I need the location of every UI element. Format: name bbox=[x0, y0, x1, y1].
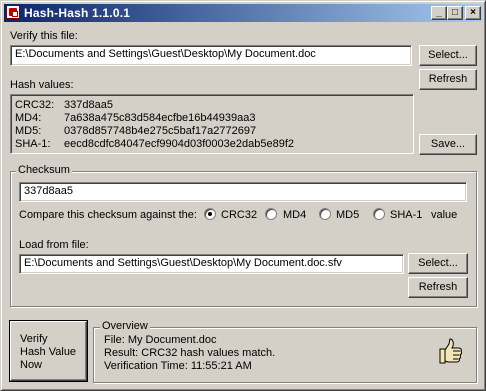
radio-md5-label[interactable]: MD5 bbox=[336, 209, 359, 221]
radio-md4-label[interactable]: MD4 bbox=[283, 209, 306, 221]
radio-md5[interactable] bbox=[319, 208, 331, 220]
hash-value: 7a638a475c83d584ecfbe16b44939aa3 bbox=[64, 112, 256, 124]
hash-value: 0378d857748b4e275c5baf17a2772697 bbox=[64, 125, 257, 137]
checksum-group-title: Checksum bbox=[16, 164, 72, 176]
verify-now-button[interactable]: Verify Hash Value Now bbox=[10, 321, 87, 381]
select-file-button[interactable]: Select... bbox=[419, 45, 477, 66]
radio-md4[interactable] bbox=[265, 208, 277, 220]
minimize-button[interactable]: _ bbox=[431, 6, 447, 20]
overview-time: Verification Time: 11:55:21 AM bbox=[104, 360, 252, 372]
maximize-button[interactable]: □ bbox=[447, 6, 463, 20]
hash-name: MD5: bbox=[15, 125, 42, 137]
hash-values-label: Hash values: bbox=[10, 79, 74, 91]
title-bar[interactable]: Hash-Hash 1.1.0.1 _ □ × bbox=[4, 4, 482, 22]
hash-name: MD4: bbox=[15, 112, 42, 124]
compare-label: Compare this checksum against the: bbox=[19, 209, 197, 221]
hash-name: SHA-1: bbox=[15, 138, 51, 150]
overview-group-title: Overview bbox=[100, 320, 150, 332]
overview-file: File: My Document.doc bbox=[104, 334, 217, 346]
refresh-hash-button[interactable]: Refresh bbox=[419, 69, 477, 90]
radio-sha1-label[interactable]: SHA-1 bbox=[390, 209, 422, 221]
load-file-label: Load from file: bbox=[19, 239, 89, 251]
app-icon[interactable] bbox=[6, 5, 20, 19]
hash-value: 337d8aa5 bbox=[64, 99, 113, 111]
close-button[interactable]: × bbox=[465, 6, 481, 20]
load-select-button[interactable]: Select... bbox=[408, 253, 468, 274]
radio-crc32[interactable] bbox=[204, 208, 216, 220]
hash-value: eecd8cdfc84047ecf9904d03f0003e2dab5e89f2 bbox=[64, 138, 294, 150]
app-window: Hash-Hash 1.1.0.1 _ □ × Verify this file… bbox=[0, 0, 486, 391]
verify-now-line1: Verify bbox=[20, 333, 48, 345]
verify-file-input[interactable]: E:\Documents and Settings\Guest\Desktop\… bbox=[10, 45, 412, 66]
checksum-input[interactable]: 337d8aa5 bbox=[19, 182, 467, 202]
thumbs-up-icon bbox=[439, 338, 463, 364]
hash-name: CRC32: bbox=[15, 99, 55, 111]
radio-sha1[interactable] bbox=[373, 208, 385, 220]
verify-now-line2: Hash Value bbox=[20, 346, 77, 358]
verify-now-line3: Now bbox=[20, 359, 43, 371]
overview-result: Result: CRC32 hash values match. bbox=[104, 347, 276, 359]
save-hashes-button[interactable]: Save... bbox=[419, 134, 477, 155]
value-suffix-label: value bbox=[431, 209, 458, 221]
window-title: Hash-Hash 1.1.0.1 bbox=[24, 6, 131, 20]
load-refresh-button[interactable]: Refresh bbox=[408, 277, 468, 298]
load-file-input[interactable]: E:\Documents and Settings\Guest\Desktop\… bbox=[19, 254, 404, 274]
radio-crc32-label[interactable]: CRC32 bbox=[221, 209, 257, 221]
hash-values-box[interactable]: CRC32: 337d8aa5 MD4: 7a638a475c83d584ecf… bbox=[10, 94, 414, 154]
verify-file-label: Verify this file: bbox=[10, 30, 78, 42]
